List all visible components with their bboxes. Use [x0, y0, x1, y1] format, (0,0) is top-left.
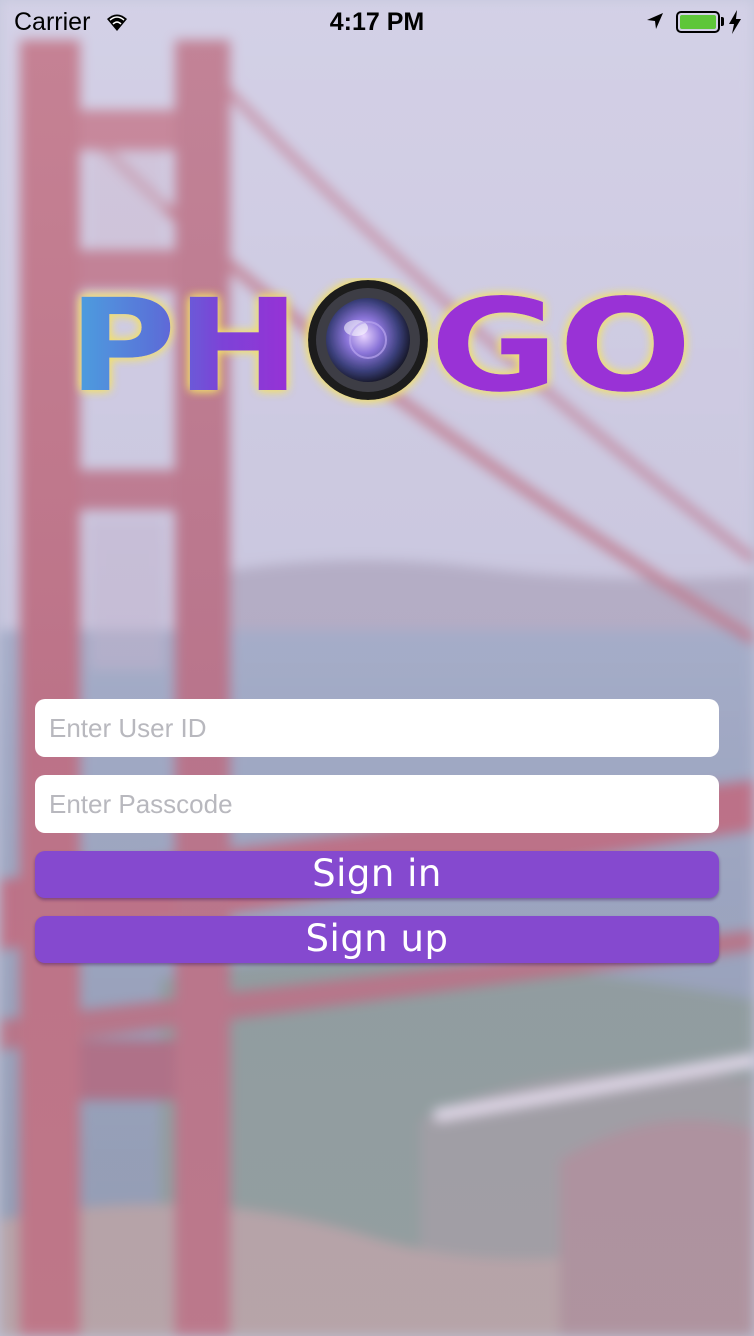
app-logo: PH GO [68, 278, 692, 408]
background-image [0, 0, 754, 1336]
location-arrow-icon [647, 13, 663, 29]
logo-text-left: PH [68, 278, 300, 408]
battery-level [680, 15, 716, 29]
sign-up-button[interactable]: Sign up [35, 916, 719, 963]
battery-tip [721, 17, 724, 26]
passcode-input[interactable] [35, 775, 719, 833]
charging-bolt-icon [729, 10, 741, 34]
status-bar: Carrier 4:17 PM [0, 0, 754, 44]
logo-text-right: GO [430, 278, 692, 408]
user-id-input[interactable] [35, 699, 719, 757]
camera-lens-icon [308, 280, 428, 400]
sign-in-button[interactable]: Sign in [35, 851, 719, 898]
battery-icon [676, 11, 720, 33]
status-time: 4:17 PM [329, 8, 425, 36]
